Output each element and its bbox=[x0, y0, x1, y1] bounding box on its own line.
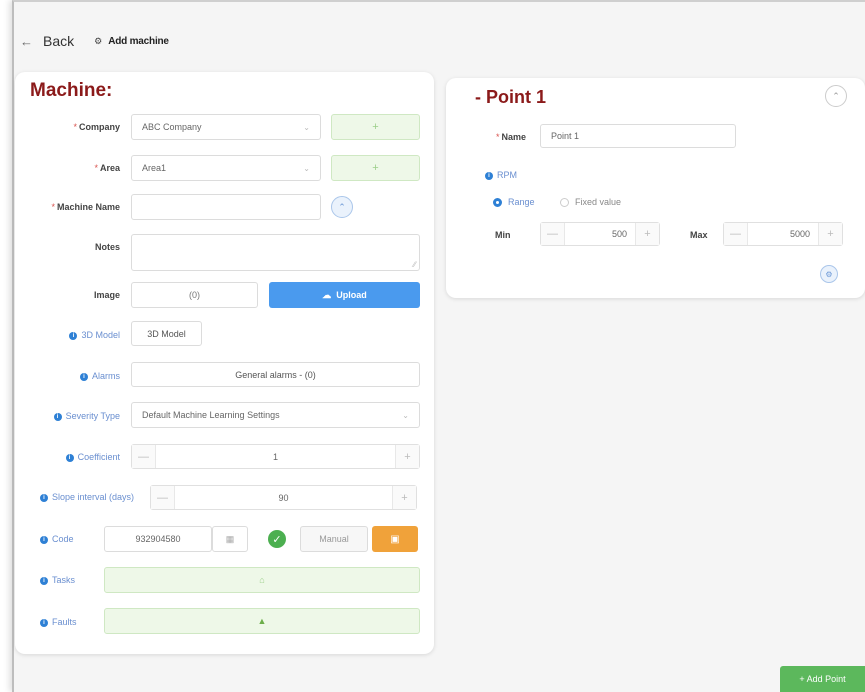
company-label: * Company bbox=[73, 122, 120, 132]
slope-label: i Slope interval (days) bbox=[40, 492, 150, 502]
min-stepper[interactable]: — 500 + bbox=[540, 222, 660, 246]
increment-button[interactable]: + bbox=[635, 223, 659, 245]
fixed-value-radio[interactable]: Fixed value bbox=[560, 197, 621, 208]
area-select[interactable]: Area1 ⌄ bbox=[131, 155, 321, 181]
add-company-button[interactable]: + bbox=[331, 114, 420, 140]
add-area-button[interactable]: + bbox=[331, 155, 420, 181]
tasks-label: i Tasks bbox=[40, 575, 100, 585]
min-label: Min bbox=[495, 230, 511, 240]
camera-button[interactable]: ▣ bbox=[372, 526, 418, 552]
machine-name-label: * Machine Name bbox=[51, 202, 120, 212]
info-icon: i bbox=[79, 372, 88, 381]
chevron-down-icon: ⌄ bbox=[303, 122, 310, 132]
model3d-label: i 3D Model bbox=[30, 330, 120, 340]
top-bar: ← Back ⚙ Add machine bbox=[20, 30, 169, 52]
point-settings-button[interactable]: ⚙ bbox=[820, 265, 838, 283]
faults-label: i Faults bbox=[40, 617, 100, 627]
info-icon: i bbox=[485, 171, 493, 180]
notes-textarea[interactable]: ∕∕ bbox=[131, 234, 420, 271]
coefficient-label: i Coefficient bbox=[30, 452, 120, 462]
radio-selected-icon bbox=[493, 198, 502, 208]
point-card bbox=[446, 78, 865, 298]
machine-icon: ⚙ bbox=[94, 35, 103, 46]
chevron-down-icon: ⌄ bbox=[303, 163, 310, 173]
alarms-button[interactable]: General alarms - (0) bbox=[131, 362, 420, 387]
machine-name-input[interactable] bbox=[131, 194, 321, 220]
point-name-label: * Name bbox=[495, 132, 526, 142]
info-icon: i bbox=[40, 618, 48, 627]
chevron-down-icon: ⌄ bbox=[402, 410, 409, 420]
chevron-up-icon: ⌃ bbox=[338, 201, 346, 212]
max-stepper[interactable]: — 5000 + bbox=[723, 222, 843, 246]
resize-handle-icon[interactable]: ∕∕ bbox=[413, 260, 416, 269]
calendar-button[interactable]: ▦ bbox=[212, 526, 248, 552]
point-collapse-button[interactable]: ⌃ bbox=[825, 85, 847, 107]
decrement-button[interactable]: — bbox=[151, 486, 175, 509]
decrement-button[interactable]: — bbox=[132, 445, 156, 468]
notes-label: Notes bbox=[94, 242, 120, 252]
cloud-upload-icon: ☁ bbox=[322, 289, 332, 300]
increment-button[interactable]: + bbox=[392, 486, 416, 509]
image-count[interactable]: (0) bbox=[131, 282, 258, 308]
back-link[interactable]: Back bbox=[43, 33, 74, 49]
add-point-button[interactable]: + Add Point bbox=[780, 666, 865, 692]
point-title: - Point 1 bbox=[475, 87, 546, 107]
info-icon: i bbox=[65, 453, 74, 462]
back-arrow-icon[interactable]: ← bbox=[20, 34, 33, 49]
increment-button[interactable]: + bbox=[818, 223, 842, 245]
gear-icon: ⚙ bbox=[825, 269, 833, 279]
home-icon: ⌂ bbox=[259, 575, 265, 585]
decrement-button[interactable]: — bbox=[724, 223, 748, 245]
radio-empty-icon bbox=[560, 198, 569, 208]
info-icon: i bbox=[40, 493, 48, 502]
machine-name-collapse-button[interactable]: ⌃ bbox=[331, 196, 353, 218]
chevron-up-icon: ⌃ bbox=[832, 90, 840, 101]
slope-stepper[interactable]: — 90 + bbox=[150, 485, 417, 510]
faults-button[interactable]: ▲ bbox=[104, 608, 420, 634]
manual-button[interactable]: Manual bbox=[300, 526, 368, 552]
code-label: i Code bbox=[40, 534, 100, 544]
coefficient-stepper[interactable]: — 1 + bbox=[131, 444, 420, 469]
plus-icon: + bbox=[372, 121, 379, 133]
breadcrumb: Add machine bbox=[108, 35, 169, 47]
info-icon: i bbox=[69, 331, 78, 340]
machine-title: Machine: bbox=[30, 80, 113, 101]
company-select[interactable]: ABC Company ⌄ bbox=[131, 114, 321, 140]
max-label: Max bbox=[690, 230, 708, 240]
severity-label: i Severity Type bbox=[30, 411, 120, 421]
image-label: Image bbox=[93, 290, 120, 300]
severity-select[interactable]: Default Machine Learning Settings ⌄ bbox=[131, 402, 420, 428]
alarms-label: i Alarms bbox=[30, 371, 120, 381]
decrement-button[interactable]: — bbox=[541, 223, 565, 245]
range-radio[interactable]: Range bbox=[493, 197, 535, 208]
chart-icon: ▲ bbox=[257, 616, 267, 626]
grid-icon: ▦ bbox=[225, 533, 235, 544]
increment-button[interactable]: + bbox=[395, 445, 419, 468]
model3d-button[interactable]: 3D Model bbox=[131, 321, 202, 346]
area-label: * Area bbox=[94, 163, 120, 173]
check-circle-icon: ✓ bbox=[268, 530, 286, 548]
info-icon: i bbox=[40, 576, 48, 585]
camera-icon: ▣ bbox=[390, 533, 400, 545]
info-icon: i bbox=[40, 535, 48, 544]
info-icon: i bbox=[53, 412, 62, 421]
rpm-label: i RPM bbox=[485, 170, 545, 180]
code-input[interactable]: 932904580 bbox=[104, 526, 212, 552]
plus-icon: + bbox=[372, 162, 379, 174]
upload-button[interactable]: ☁ Upload bbox=[269, 282, 420, 308]
point-name-input[interactable]: Point 1 bbox=[540, 124, 736, 148]
tasks-button[interactable]: ⌂ bbox=[104, 567, 420, 593]
